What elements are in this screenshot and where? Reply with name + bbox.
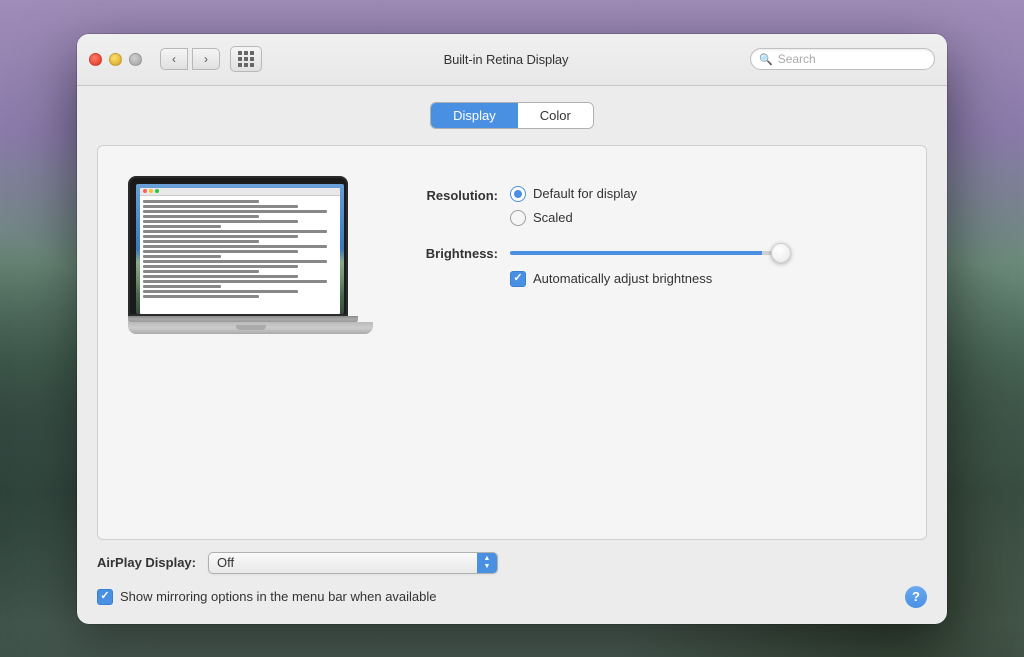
auto-brightness-row[interactable]: ✓ Automatically adjust brightness — [510, 271, 896, 287]
tab-color[interactable]: Color — [518, 103, 593, 128]
brightness-label: Brightness: — [388, 246, 498, 261]
brightness-slider-track[interactable] — [510, 251, 790, 255]
screen-text — [140, 196, 340, 304]
auto-brightness-label: Automatically adjust brightness — [533, 271, 712, 286]
content-area: Display Color — [77, 86, 947, 624]
show-mirroring-label: Show mirroring options in the menu bar w… — [120, 589, 437, 604]
close-button[interactable] — [89, 53, 102, 66]
macbook-screen-wrapper — [128, 176, 348, 316]
auto-brightness-checkbox[interactable]: ✓ — [510, 271, 526, 287]
search-bar[interactable]: 🔍 Search — [750, 48, 935, 70]
brightness-slider-thumb[interactable] — [771, 243, 791, 263]
titlebar: ‹ › Built-in Retina Display 🔍 Search — [77, 34, 947, 86]
show-mirroring-checkbox[interactable]: ✓ — [97, 589, 113, 605]
main-window: ‹ › Built-in Retina Display 🔍 Search Dis… — [77, 34, 947, 624]
search-placeholder: Search — [778, 52, 926, 66]
arrow-down-icon: ▼ — [484, 563, 491, 570]
radio-scaled-circle[interactable] — [510, 210, 526, 226]
nav-buttons: ‹ › — [160, 48, 220, 70]
back-icon: ‹ — [172, 52, 176, 66]
radio-default-inner — [514, 190, 522, 198]
radio-default-circle[interactable] — [510, 186, 526, 202]
airplay-value: Off — [217, 555, 489, 570]
tab-group: Display Color — [430, 102, 594, 129]
radio-default[interactable]: Default for display — [510, 186, 637, 202]
tab-bar: Display Color — [97, 102, 927, 129]
traffic-lights — [89, 53, 142, 66]
screen-content — [140, 188, 340, 314]
resolution-label: Resolution: — [388, 186, 498, 203]
radio-scaled[interactable]: Scaled — [510, 210, 637, 226]
brightness-slider-container — [510, 251, 790, 255]
macbook-screen — [136, 184, 344, 314]
grid-icon — [238, 51, 254, 67]
display-panel: Resolution: Default for display Scaled — [97, 145, 927, 540]
bottom-bar: AirPlay Display: Off ▲ ▼ — [97, 540, 927, 578]
search-icon: 🔍 — [759, 53, 773, 66]
macbook-base — [128, 322, 373, 334]
radio-scaled-label: Scaled — [533, 210, 573, 225]
airplay-select[interactable]: Off ▲ ▼ — [208, 552, 498, 574]
select-arrows-icon: ▲ ▼ — [477, 553, 497, 573]
macbook-illustration — [128, 176, 348, 334]
resolution-row: Resolution: Default for display Scaled — [388, 186, 896, 226]
arrow-up-icon: ▲ — [484, 555, 491, 562]
forward-icon: › — [204, 52, 208, 66]
show-mirroring-row[interactable]: ✓ Show mirroring options in the menu bar… — [97, 589, 905, 605]
macbook-notch — [236, 325, 266, 330]
grid-button[interactable] — [230, 46, 262, 72]
checkmark-icon: ✓ — [513, 273, 522, 284]
airplay-label: AirPlay Display: — [97, 555, 196, 570]
macbook — [128, 176, 348, 334]
brightness-row: Brightness: — [388, 246, 896, 261]
help-button[interactable]: ? — [905, 586, 927, 608]
maximize-button[interactable] — [129, 53, 142, 66]
bottom-options: ✓ Show mirroring options in the menu bar… — [97, 578, 927, 608]
tab-display[interactable]: Display — [431, 103, 518, 128]
settings-panel: Resolution: Default for display Scaled — [388, 176, 896, 287]
macbook-hinge — [128, 316, 358, 322]
screen-menubar — [140, 188, 340, 196]
resolution-controls: Default for display Scaled — [510, 186, 637, 226]
forward-button[interactable]: › — [192, 48, 220, 70]
back-button[interactable]: ‹ — [160, 48, 188, 70]
window-title: Built-in Retina Display — [262, 52, 750, 67]
radio-default-label: Default for display — [533, 186, 637, 201]
show-mirroring-checkmark-icon: ✓ — [100, 591, 109, 602]
minimize-button[interactable] — [109, 53, 122, 66]
